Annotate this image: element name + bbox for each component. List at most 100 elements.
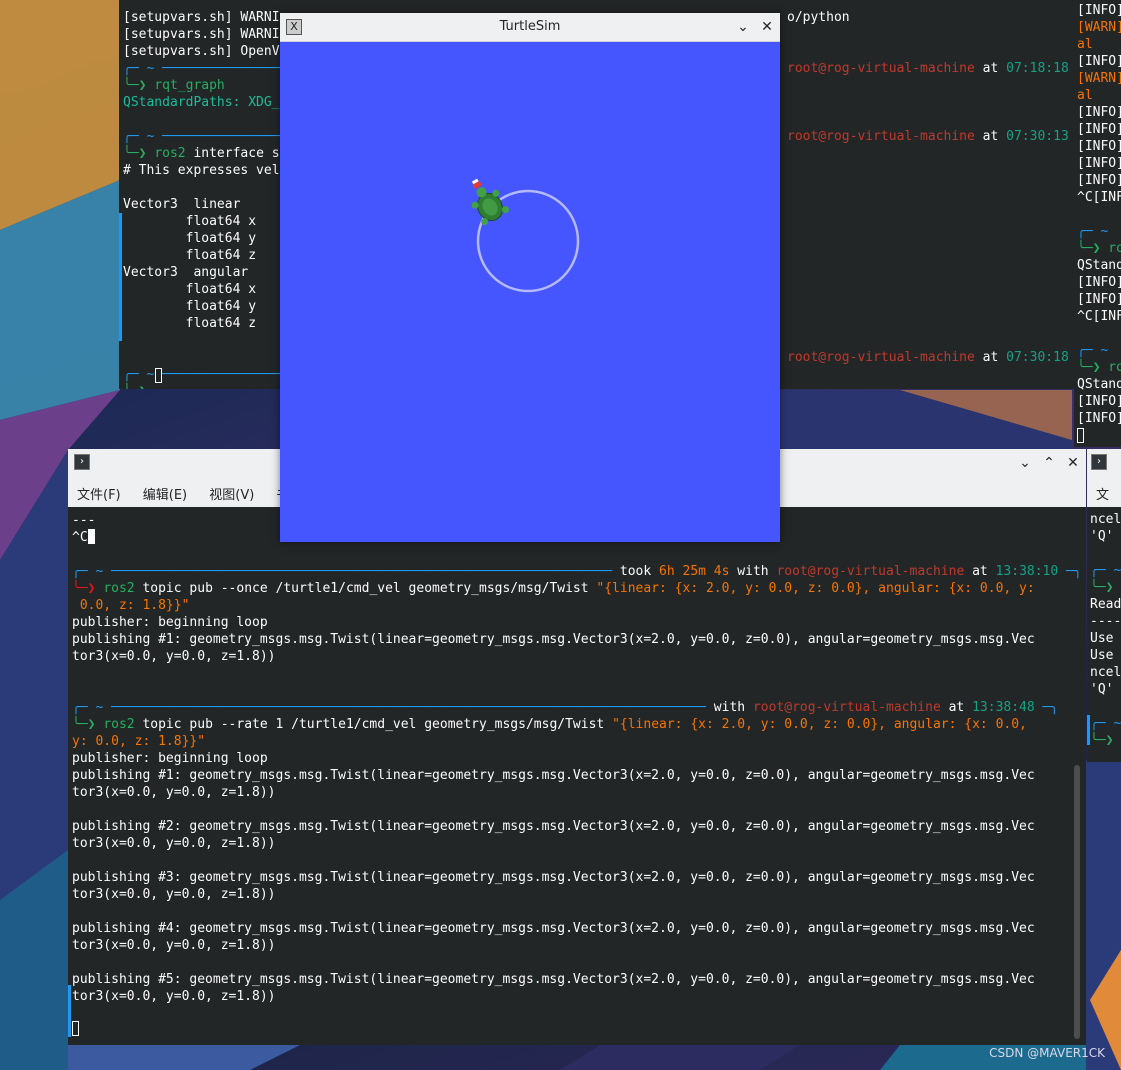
terminal-line: [INFO] <box>1077 138 1121 155</box>
terminal-app-icon: › <box>1091 454 1107 470</box>
turtlesim-window[interactable]: X TurtleSim ⌄ ✕ <box>280 13 780 542</box>
terminal-text-span: publisher: beginning loop <box>72 751 268 766</box>
terminal-text-span: [WARN] <box>1077 71 1121 86</box>
turtlesim-canvas <box>471 178 580 293</box>
terminal-text-span: ╰─❯ <box>72 717 104 732</box>
terminal-text-span: [INFO] <box>1077 411 1121 426</box>
terminal-text-span: ╰─❯ <box>72 581 104 596</box>
terminal-top-right[interactable]: [INFO] [WARN] al [INFO] [WARN] al [INFO] [INFO]… <box>1074 0 1121 447</box>
terminal-text-span: Read <box>1090 597 1121 612</box>
terminal-text-span: ╰─❯ ro <box>1077 241 1121 256</box>
terminal-text-span: ╰─❯ <box>123 146 155 161</box>
chevron-down-icon[interactable]: ⌄ <box>734 18 752 36</box>
terminal-text-span: at <box>974 129 1007 144</box>
terminal-text-span: ─╮ <box>1034 700 1059 715</box>
terminal-text-span: ╰─❯ <box>123 384 154 389</box>
terminal-text-span: tor3(x=0.0, y=0.0, z=1.8)) <box>72 989 276 1004</box>
terminal-text-span: with <box>713 700 753 715</box>
terminal-output: ncel 'Q' ╭─ ~ ╰─❯ Read ---- Use Use ncel 'Q' ╭─ … <box>1090 511 1121 749</box>
terminal-cursor <box>72 1021 79 1036</box>
terminal-line: ╭─ ~ <box>1090 715 1121 732</box>
terminal-line: [setupvars.sh] WARNI <box>123 26 295 43</box>
scroll-marker <box>1087 715 1090 745</box>
terminal-text-span: Vector3 angular <box>123 265 249 280</box>
terminal-line: root@rog-virtual-machine at 07:30:18 <box>787 349 1069 366</box>
menu-edit[interactable]: 编辑(E) <box>134 477 196 503</box>
terminal-line: ╰─❯ ros2 topic pub --once /turtle1/cmd_v… <box>72 580 1082 597</box>
terminal-text-span: QStand <box>1077 377 1121 392</box>
terminal-text-span: at <box>974 61 1007 76</box>
terminal-text-span: ros2 <box>103 581 135 596</box>
terminal-text-span: ros2 <box>103 717 135 732</box>
scrollbar[interactable] <box>1074 765 1080 1039</box>
terminal-line: # This expresses vel <box>123 162 295 179</box>
terminal-text-span: [INFO] <box>1077 275 1121 290</box>
terminal-text-span: ╭─ ~ ───────────────────────────────────… <box>72 564 620 579</box>
terminal-line: o/python <box>787 9 1069 26</box>
terminal-text-span: ╭─ ~ <box>1090 716 1121 731</box>
terminal-text-span: ╭─ ~ ───────────────── <box>123 61 296 76</box>
terminal-text-span: float64 x <box>123 282 257 297</box>
terminal-text-span: Use <box>1090 631 1121 646</box>
chevron-down-icon[interactable]: ⌄ <box>1016 454 1034 472</box>
terminal-text-span: tor3(x=0.0, y=0.0, z=1.8)) <box>72 887 276 902</box>
terminal-line: ncel <box>1090 511 1121 528</box>
menu-file[interactable]: 文件(F) <box>68 477 130 503</box>
terminal-line: ╰─❯ <box>123 383 295 389</box>
close-icon[interactable]: ✕ <box>1064 454 1082 472</box>
terminal-line: ^C[INF <box>1077 308 1121 325</box>
turtle-icon <box>471 178 509 226</box>
menu-view[interactable]: 视图(V) <box>200 477 263 503</box>
terminal-line: ╰─❯ ro <box>1077 240 1121 257</box>
terminal-line: [INFO] <box>1077 393 1121 410</box>
terminal-text-span: float64 x <box>123 214 257 229</box>
terminal-line: ╭─ ~ ───────────────── <box>123 128 295 145</box>
terminal-line: ╰─❯ rqt_graph <box>123 77 295 94</box>
terminal-text-span: float64 z <box>123 248 257 263</box>
maximize-icon[interactable]: ⌃ <box>1040 454 1058 472</box>
terminal-text-span: ^C[INF <box>1077 309 1121 324</box>
terminal-text-span: y: 0.0, z: 1.8}}" <box>72 734 206 749</box>
terminal-text-span: ---- <box>1090 614 1121 629</box>
window-titlebar[interactable]: X TurtleSim ⌄ ✕ <box>280 13 780 42</box>
terminal-text-span: [setupvars.sh] WARNI <box>123 27 280 42</box>
terminal-text-span: ^C[INF <box>1077 190 1121 205</box>
terminal-text-span: at <box>940 700 973 715</box>
terminal-line: [INFO] <box>1077 104 1121 121</box>
terminal-text-span: ╰─❯ <box>1090 580 1114 595</box>
terminal-text-span: al <box>1077 88 1093 103</box>
terminal-line: Use <box>1090 630 1121 647</box>
terminal-line: ╰─❯ <box>1090 579 1121 596</box>
terminal-right-small[interactable]: › 文件 ncel 'Q' ╭─ ~ ╰─❯ Read ---- Use Use ncel '… <box>1087 449 1121 762</box>
terminal-text-span: ╭─ ~ <box>1077 224 1109 239</box>
terminal-text-span: al <box>1077 37 1093 52</box>
terminal-line: float64 z <box>123 315 295 332</box>
terminal-text-span: took <box>619 564 660 579</box>
terminal-text-span: o/python <box>787 10 850 25</box>
terminal-text-span: "{linear: {x: 2.0, y: 0.0, z: 0.0}, angu… <box>596 581 1035 596</box>
close-icon[interactable]: ✕ <box>758 18 776 36</box>
terminal-text-span: float64 z <box>123 316 257 331</box>
window-titlebar[interactable]: › <box>1087 449 1121 478</box>
terminal-cursor <box>88 529 95 544</box>
terminal-text-span: 13:38:48 <box>972 700 1035 715</box>
terminal-text-span: Use <box>1090 648 1121 663</box>
terminal-line: [setupvars.sh] WARNI <box>123 9 295 26</box>
